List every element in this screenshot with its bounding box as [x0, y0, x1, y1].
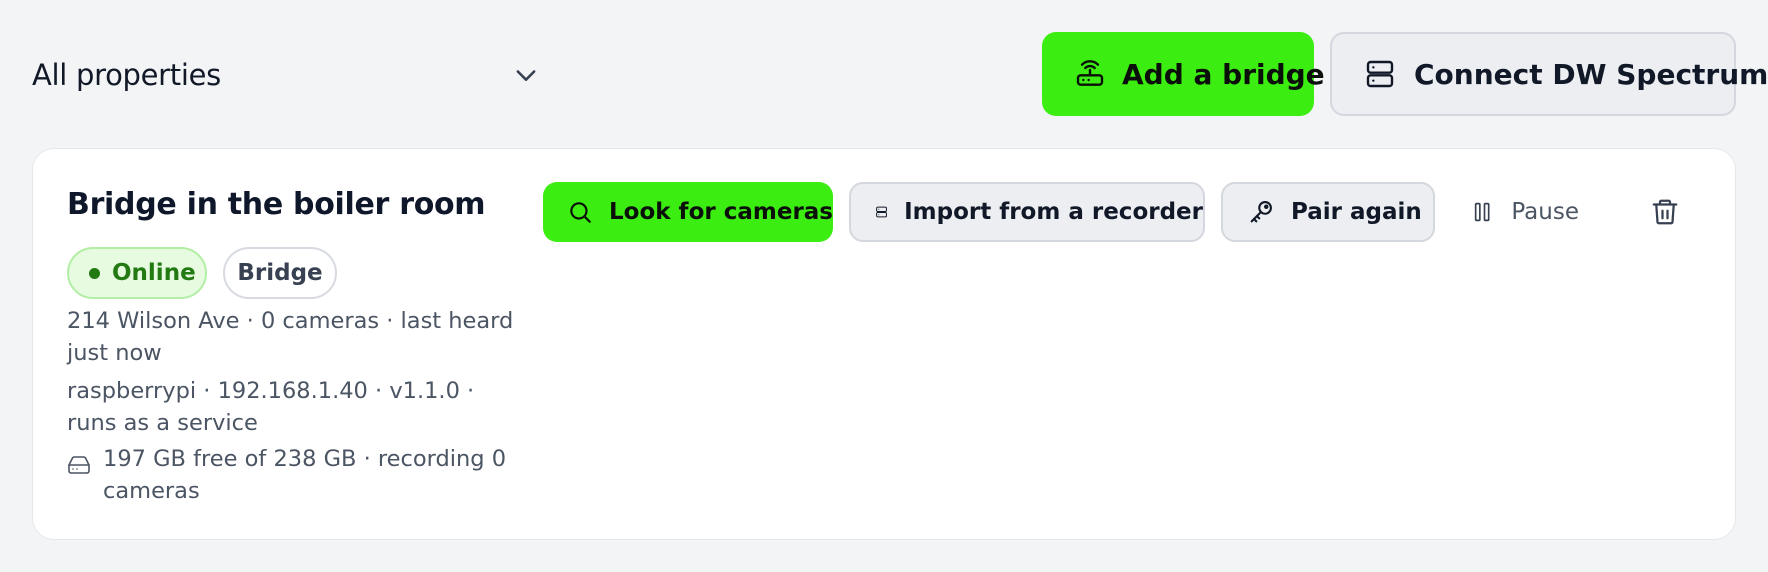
status-badge-label: Online [112, 260, 196, 286]
add-bridge-label: Add a bridge [1122, 57, 1325, 91]
online-dot-icon [89, 267, 100, 279]
meta-host: raspberrypi · 192.168.1.40 · v1.1.0 · ru… [67, 378, 475, 436]
server-icon [876, 206, 887, 218]
meta-storage-text: 197 GB free of 238 GB · recording 0 came… [103, 446, 507, 504]
top-toolbar: All properties Add a bridge Connect DW S… [0, 0, 1768, 148]
pause-icon [1474, 202, 1490, 222]
connect-dw-spectrum-button[interactable]: Connect DW Spectrum [1330, 32, 1768, 116]
meta-storage-row: 197 GB free of 238 GB · recording 0 came… [67, 443, 517, 507]
pair-again-label: Pair again [1291, 199, 1422, 225]
router-icon [1076, 60, 1104, 86]
pair-again-button[interactable]: Pair again [1221, 182, 1435, 242]
pause-button[interactable]: Pause [1449, 182, 1579, 242]
add-bridge-button[interactable]: Add a bridge [1042, 32, 1325, 116]
look-for-cameras-button[interactable]: Look for cameras [543, 182, 833, 242]
type-badge: Bridge [223, 247, 337, 299]
type-badge-label: Bridge [237, 260, 323, 286]
import-from-recorder-button[interactable]: Import from a recorder [849, 182, 1205, 242]
property-filter-label: All properties [32, 58, 221, 92]
property-filter-dropdown[interactable]: All properties [32, 42, 546, 108]
key-icon [1250, 201, 1272, 223]
look-for-cameras-label: Look for cameras [609, 199, 833, 225]
meta-location: 214 Wilson Ave · 0 cameras · last heard … [67, 308, 514, 366]
connect-dw-label: Connect DW Spectrum [1414, 57, 1768, 91]
bridge-card: Bridge in the boiler room Online Bridge … [32, 148, 1736, 540]
pause-label: Pause [1511, 199, 1579, 225]
import-from-recorder-label: Import from a recorder [904, 199, 1203, 225]
bridge-title: Bridge in the boiler room [67, 187, 486, 222]
delete-button[interactable] [1637, 182, 1693, 242]
hard-drive-icon [68, 456, 90, 474]
server-icon [1366, 60, 1394, 88]
search-icon [570, 202, 591, 223]
status-badge: Online [67, 247, 207, 299]
trash-icon [1652, 199, 1678, 225]
chevron-down-icon [516, 70, 536, 81]
